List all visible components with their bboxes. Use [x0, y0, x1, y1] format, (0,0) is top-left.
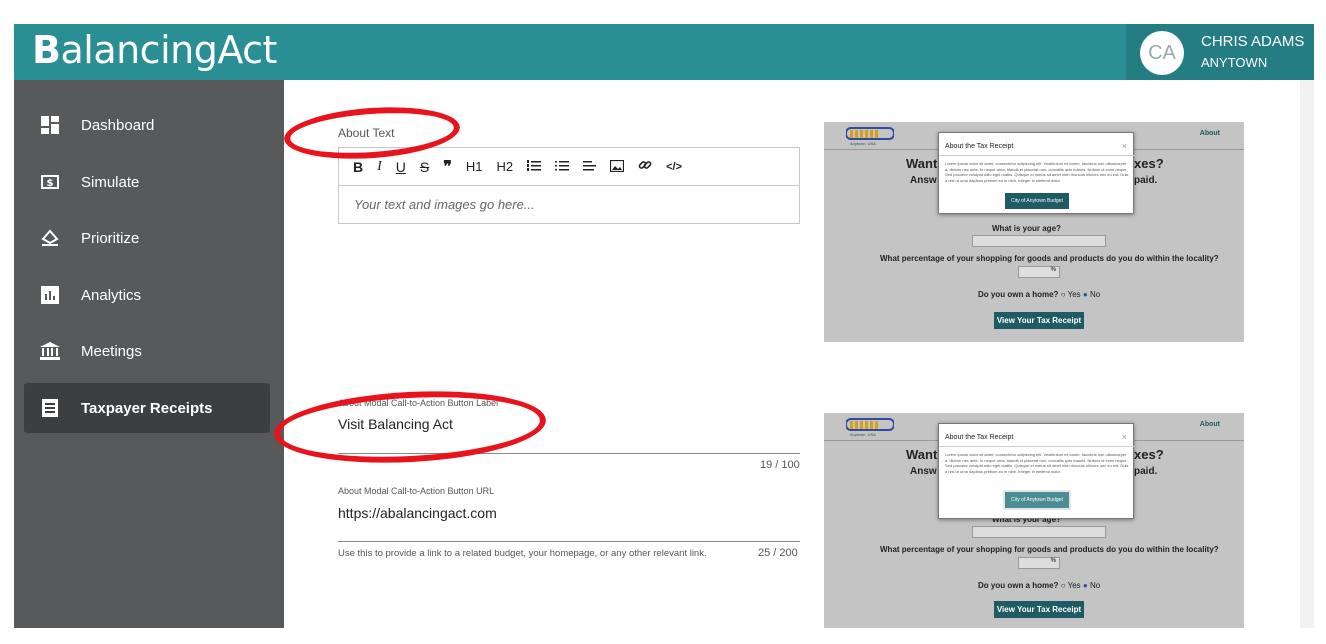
receipt-icon — [39, 399, 61, 417]
cta-label-counter: 19 / 100 — [760, 459, 800, 471]
underline-button[interactable]: U — [396, 159, 406, 175]
preview-heading-2: Answ — [910, 175, 937, 186]
preview-yes-label: Yes — [1067, 290, 1081, 299]
dollar-icon: $ — [39, 173, 61, 191]
align-left-icon[interactable] — [583, 159, 597, 175]
preview-home-question-text: Do you own a home? — [978, 581, 1059, 590]
image-icon[interactable] — [610, 159, 625, 175]
heading2-button[interactable]: H2 — [497, 159, 514, 174]
preview-home-question: Do you own a home? ○ Yes ● No — [978, 290, 1100, 299]
close-icon: × — [1121, 432, 1127, 442]
preview-yes-option: ○ Yes — [1060, 290, 1081, 299]
preview-pct-box: % — [1018, 266, 1060, 278]
main-content: About Text B I U S ❞ H1 H2 </> Your text… — [284, 80, 1300, 628]
sidebar-item-meetings[interactable]: Meetings — [24, 326, 270, 376]
unordered-list-icon[interactable] — [555, 159, 570, 175]
heading1-button[interactable]: H1 — [466, 159, 483, 174]
preview-heading-1b: xes? — [1134, 447, 1164, 462]
about-text-editor[interactable]: B I U S ❞ H1 H2 </> Your text and images… — [338, 147, 800, 224]
sidebar-item-analytics[interactable]: Analytics — [24, 270, 270, 320]
modal-body-text: Lorem ipsum dolor sit amet, consectetur … — [945, 452, 1129, 474]
preview-pct-question: What percentage of your shopping for goo… — [880, 545, 1219, 554]
cta-url-input[interactable]: https://abalancingact.com — [338, 505, 497, 521]
sidebar: Dashboard $ Simulate Prioritize Analytic… — [14, 80, 284, 628]
editor-placeholder: Your text and images go here... — [354, 197, 535, 212]
avatar[interactable]: CA — [1140, 31, 1184, 75]
preview-heading-1b: xes? — [1134, 156, 1164, 171]
sidebar-item-prioritize[interactable]: Prioritize — [24, 213, 270, 263]
preview-pct-box: % — [1018, 557, 1060, 569]
blockquote-button[interactable]: ❞ — [443, 157, 452, 177]
code-icon[interactable]: </> — [666, 161, 682, 173]
preview-no-option: ● No — [1082, 290, 1101, 299]
cta-url-underline — [338, 541, 800, 542]
modal-body-text: Lorem ipsum dolor sit amet, consectetur … — [945, 161, 1129, 183]
preview-heading-1: Want — [906, 156, 938, 171]
user-menu[interactable]: CA CHRIS ADAMS ANYTOWN — [1126, 24, 1314, 80]
ordered-list-icon[interactable] — [527, 159, 542, 175]
link-icon[interactable] — [638, 158, 652, 175]
italic-button[interactable]: I — [377, 159, 382, 175]
modal-title: About the Tax Receipt — [945, 434, 1014, 441]
svg-text:$: $ — [47, 178, 54, 189]
preview-view-receipt-button: View Your Tax Receipt — [994, 312, 1084, 329]
modal-budget-button: City of Anytown Budget — [1003, 490, 1071, 510]
cta-url-counter: 25 / 200 — [758, 547, 798, 559]
preview-no-label: No — [1089, 581, 1101, 590]
close-icon: × — [1121, 141, 1127, 151]
preview-home-question: Do you own a home? ○ Yes ● No — [978, 581, 1100, 590]
scale-icon — [39, 229, 61, 247]
user-name: CHRIS ADAMS — [1201, 33, 1305, 50]
preview-about-link: About — [1199, 130, 1220, 137]
chart-icon — [39, 286, 61, 304]
sidebar-item-label: Prioritize — [81, 229, 140, 247]
preview-about-modal: About the Tax Receipt × Lorem ipsum dolo… — [938, 132, 1135, 214]
sidebar-item-label: Taxpayer Receipts — [81, 399, 213, 417]
modal-title: About the Tax Receipt — [945, 143, 1014, 150]
preview-no-option: ● No — [1082, 581, 1101, 590]
building-icon — [39, 342, 61, 360]
balancing-act-logo[interactable]: BalancingAct — [32, 28, 277, 72]
cta-url-label: About Modal Call-to-Action Button URL — [338, 486, 495, 496]
modal-budget-button: City of Anytown Budget — [1005, 193, 1069, 209]
top-header: BalancingAct CA CHRIS ADAMS ANYTOWN — [14, 24, 1314, 80]
preview-logo-text: Anytown, USA — [850, 141, 876, 146]
preview-heading-1: Want — [906, 447, 938, 462]
cta-url-hint: Use this to provide a link to a related … — [338, 548, 707, 559]
editor-toolbar: B I U S ❞ H1 H2 </> — [339, 148, 799, 186]
preview-logo-text: Anytown, USA — [850, 432, 876, 437]
strikethrough-button[interactable]: S — [420, 159, 429, 175]
preview-cta-button: Anytown, USA About Want xes? Answ paid. … — [824, 413, 1244, 628]
preview-heading-2b: paid. — [1134, 175, 1158, 186]
preview-heading-2b: paid. — [1134, 466, 1158, 477]
sidebar-item-label: Simulate — [81, 173, 140, 191]
preview-pct-question: What percentage of your shopping for goo… — [880, 254, 1219, 263]
sidebar-item-label: Dashboard — [81, 116, 155, 134]
app-window: BalancingAct CA CHRIS ADAMS ANYTOWN Dash… — [14, 24, 1314, 628]
modal-divider — [939, 446, 1135, 447]
sidebar-item-taxpayer-receipts[interactable]: Taxpayer Receipts — [24, 383, 270, 433]
bold-button[interactable]: B — [353, 159, 363, 175]
logo-text: alancingAct — [60, 28, 277, 72]
preview-about-link: About — [1199, 421, 1220, 428]
logo-first-letter: B — [32, 28, 61, 72]
preview-yes-option: ○ Yes — [1060, 581, 1081, 590]
user-town: ANYTOWN — [1201, 55, 1268, 70]
preview-home-question-text: Do you own a home? — [978, 290, 1059, 299]
preview-view-receipt-button: View Your Tax Receipt — [994, 601, 1084, 618]
preview-age-question: What is your age? — [992, 224, 1061, 233]
preview-no-label: No — [1089, 290, 1101, 299]
sidebar-item-simulate[interactable]: $ Simulate — [24, 157, 270, 207]
sidebar-item-label: Analytics — [81, 286, 142, 304]
preview-age-box — [972, 526, 1106, 538]
sidebar-item-label: Meetings — [81, 342, 142, 360]
modal-divider — [939, 155, 1135, 156]
sidebar-item-dashboard[interactable]: Dashboard — [24, 100, 270, 150]
preview-about-text: Anytown, USA About Want xes? Answ paid. … — [824, 122, 1244, 342]
preview-heading-2: Answ — [910, 466, 937, 477]
preview-about-modal: About the Tax Receipt × Lorem ipsum dolo… — [938, 423, 1135, 519]
dashboard-icon — [39, 116, 61, 134]
preview-age-box — [972, 235, 1106, 247]
preview-yes-label: Yes — [1067, 581, 1081, 590]
